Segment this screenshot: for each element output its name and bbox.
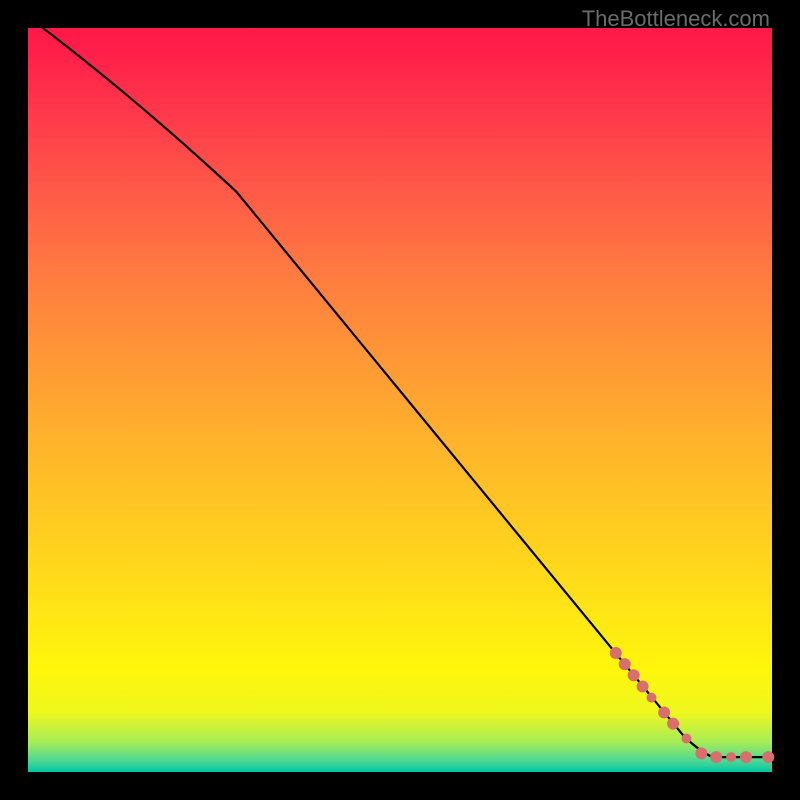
scatter-point <box>637 680 649 692</box>
scatter-markers <box>610 647 775 763</box>
scatter-point <box>740 751 752 763</box>
scatter-point <box>726 752 736 762</box>
scatter-point <box>695 747 707 759</box>
chart-overlay <box>28 28 772 772</box>
scatter-point <box>762 751 774 763</box>
scatter-point <box>658 706 670 718</box>
scatter-point <box>710 751 722 763</box>
scatter-point <box>610 647 622 659</box>
scatter-point <box>646 693 656 703</box>
curve-line <box>43 28 772 757</box>
scatter-point <box>619 658 631 670</box>
scatter-point <box>667 718 679 730</box>
chart-frame: TheBottleneck.com <box>0 0 800 800</box>
attribution-text: TheBottleneck.com <box>582 6 770 32</box>
scatter-point <box>628 669 640 681</box>
scatter-point <box>681 734 691 744</box>
